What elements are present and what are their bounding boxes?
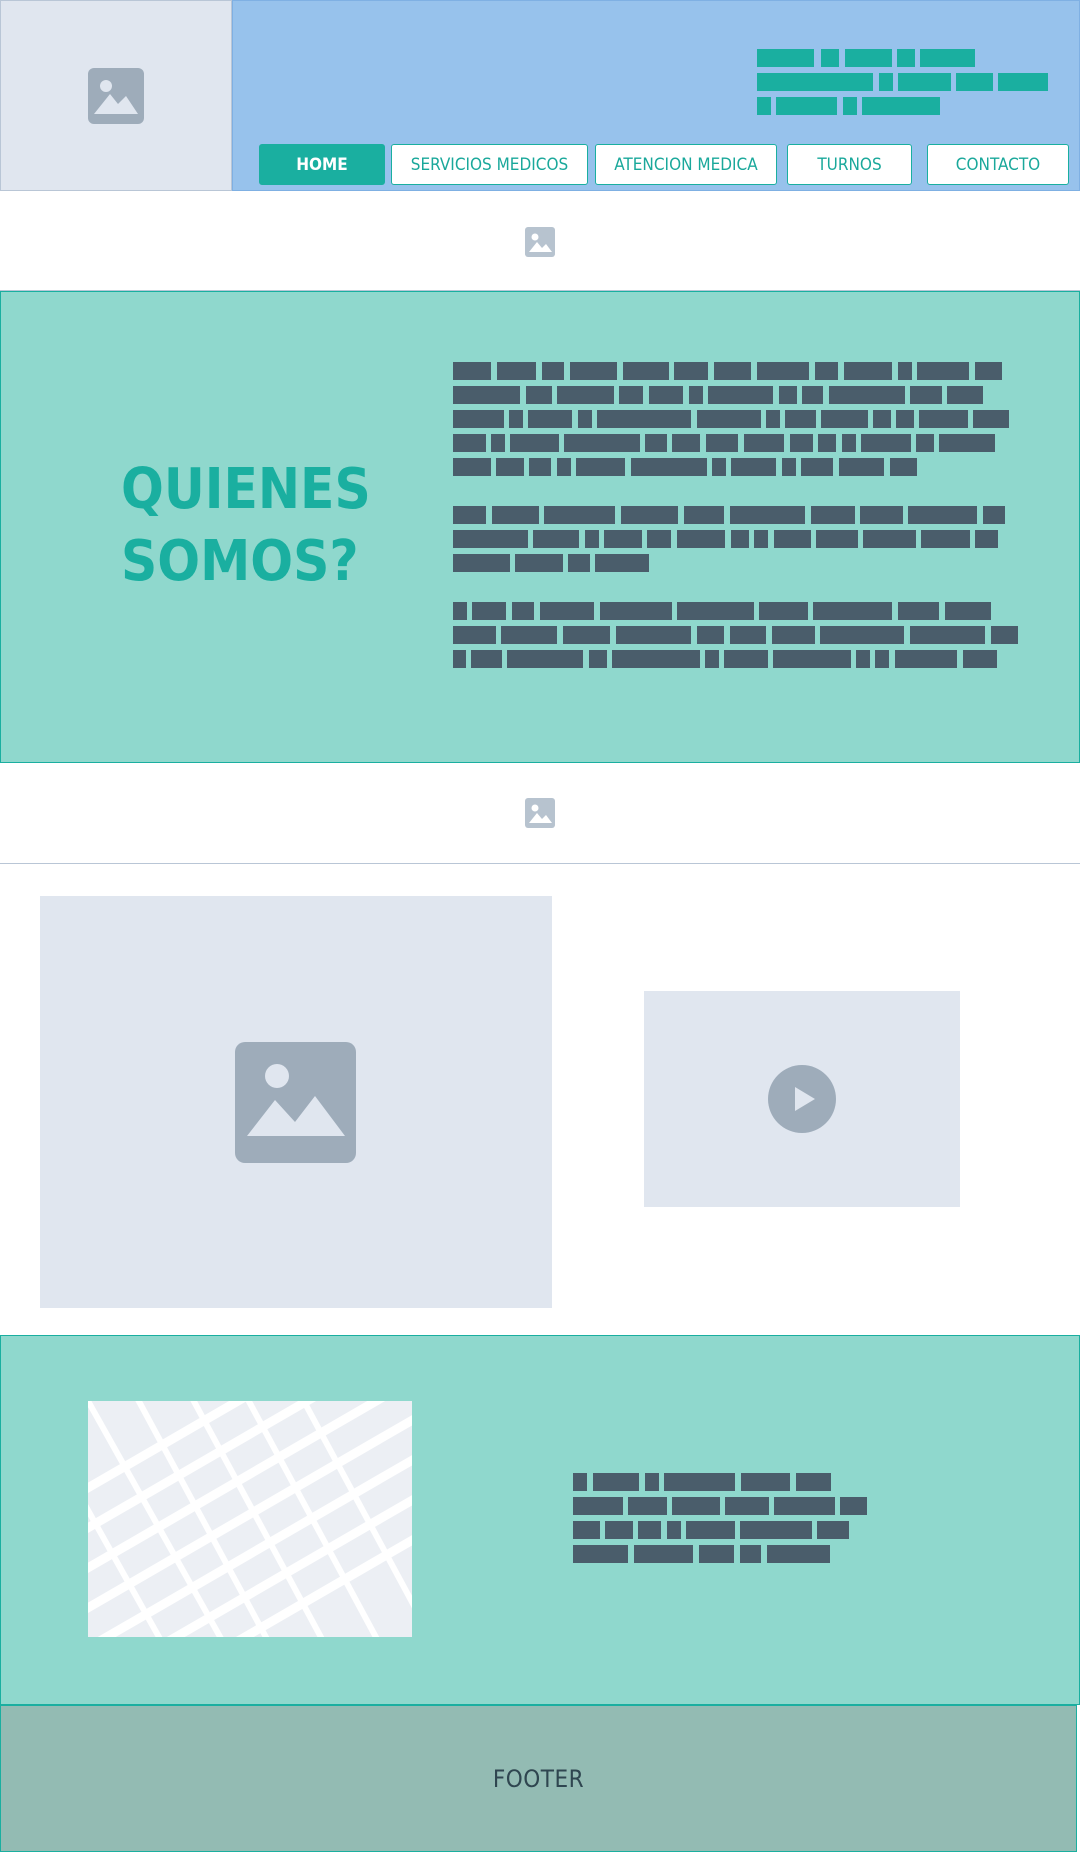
image-placeholder-icon [525,227,555,257]
media-image-placeholder[interactable] [40,896,552,1308]
about-title: QUIENES SOMOS? [121,454,421,598]
footer: FOOTER [0,1705,1077,1852]
play-icon[interactable] [768,1065,836,1133]
image-placeholder-icon [88,68,144,124]
banner-strip-middle [0,763,1080,864]
image-placeholder-icon [235,1042,356,1163]
about-title-line2: SOMOS? [121,529,359,594]
map-streets-graphic [88,1401,412,1637]
footer-label: FOOTER [492,1764,585,1793]
nav-servicios-medicos-button[interactable]: SERVICIOS MEDICOS [391,144,588,185]
header-logo-placeholder[interactable] [0,0,232,191]
nav-contacto-button[interactable]: CONTACTO [927,144,1069,185]
nav-atencion-medica-button[interactable]: ATENCION MEDICA [595,144,777,185]
image-placeholder-icon [525,798,555,828]
nav-turnos-button[interactable]: TURNOS [787,144,912,185]
banner-strip-top [0,191,1080,291]
about-title-line1: QUIENES [121,457,371,522]
media-video-placeholder[interactable] [644,991,960,1207]
about-section: QUIENES SOMOS? [0,291,1080,763]
map-placeholder[interactable] [88,1401,412,1637]
nav-home-button[interactable]: HOME [259,144,385,185]
